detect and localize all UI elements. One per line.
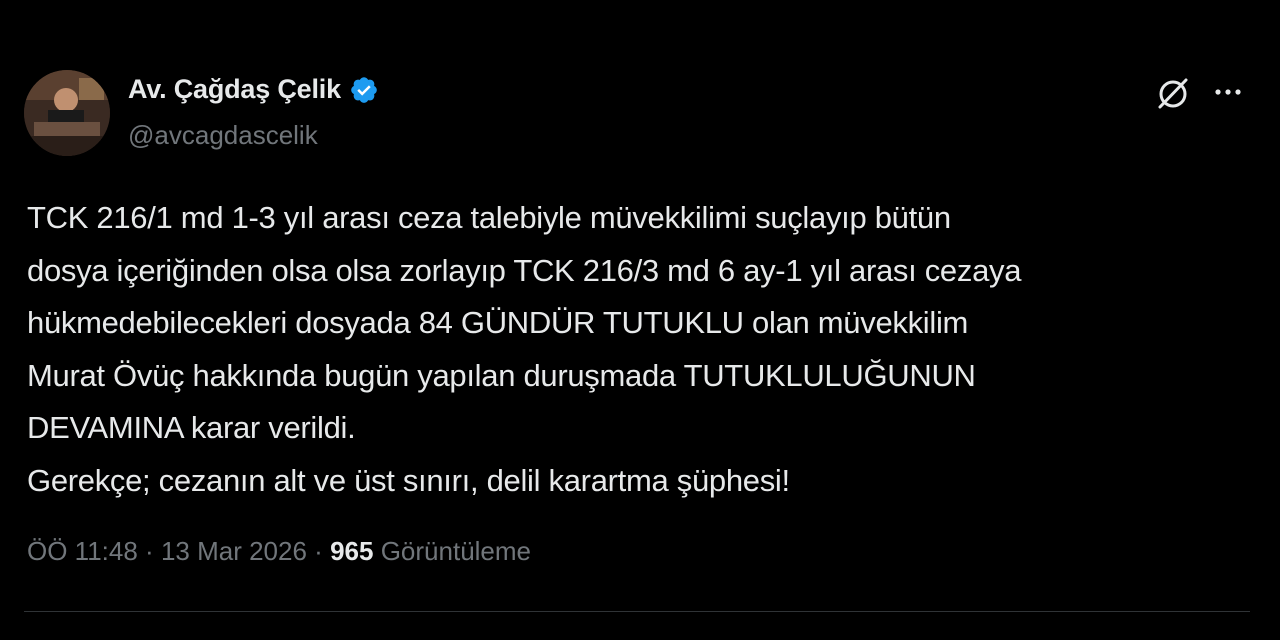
display-name[interactable]: Av. Çağdaş Çelik bbox=[128, 74, 341, 105]
more-options-icon[interactable] bbox=[1206, 74, 1250, 112]
avatar[interactable] bbox=[24, 70, 110, 156]
tweet-text-line: TCK 216/1 md 1-3 yıl arası ceza talebiyl… bbox=[27, 200, 951, 235]
divider bbox=[24, 611, 1250, 612]
author-name-row[interactable]: Av. Çağdaş Çelik bbox=[128, 74, 379, 105]
grok-icon[interactable] bbox=[1154, 74, 1192, 112]
tweet-text-line: hükmedebilecekleri dosyada 84 GÜNDÜR TUT… bbox=[27, 305, 969, 340]
tweet-time: ÖÖ 11:48 bbox=[27, 536, 138, 566]
tweet-text-line: Murat Övüç hakkında bugün yapılan duruşm… bbox=[27, 357, 976, 393]
tweet-timestamp-link[interactable]: ÖÖ 11:48 · 13 Mar 2026 bbox=[27, 536, 307, 566]
tweet-card: Av. Çağdaş Çelik @avcagdascelik TCK 216/… bbox=[0, 0, 1280, 640]
verified-badge-icon[interactable] bbox=[349, 75, 379, 105]
author-handle[interactable]: @avcagdascelik bbox=[128, 120, 318, 151]
meta-separator: · bbox=[145, 536, 154, 566]
tweet-text: TCK 216/1 md 1-3 yıl arası ceza talebiyl… bbox=[27, 192, 1257, 507]
views-label: Görüntüleme bbox=[380, 536, 532, 566]
tweet-text-line: Gerekçe; cezanın alt ve üst sınırı, deli… bbox=[27, 462, 790, 498]
tweet-date: 13 Mar 2026 bbox=[160, 536, 307, 566]
views-count: 965 bbox=[330, 536, 374, 566]
tweet-meta: ÖÖ 11:48 · 13 Mar 2026 · 965 Görüntüleme bbox=[27, 536, 531, 567]
tweet-text-line: DEVAMINA karar verildi. bbox=[27, 410, 356, 445]
meta-separator: · bbox=[314, 536, 323, 566]
tweet-text-line: dosya içeriğinden olsa olsa zorlayıp TCK… bbox=[27, 252, 1022, 288]
views-link[interactable]: 965 Görüntüleme bbox=[330, 536, 531, 566]
